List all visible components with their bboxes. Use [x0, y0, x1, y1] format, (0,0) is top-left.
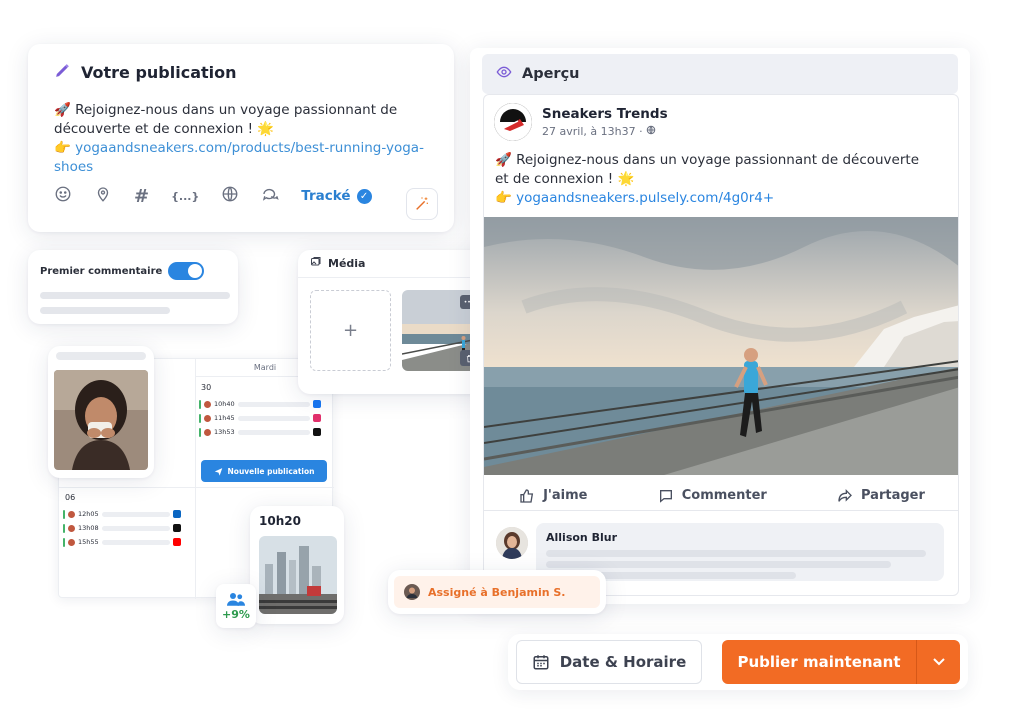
commenter-name: Allison Blur: [546, 531, 618, 544]
composer-card: Votre publication 🚀 Rejoignez-nous dans …: [28, 44, 454, 232]
calendar-slot[interactable]: 13h08: [63, 523, 181, 533]
audience-growth-badge: +9%: [216, 584, 256, 628]
magic-wand-button[interactable]: [406, 188, 438, 220]
post-link[interactable]: yogaandsneakers.pulsely.com/4g0r4+: [516, 190, 774, 206]
preview-panel: Aperçu Sneakers Trends 27 avril, à 13h37…: [470, 48, 970, 604]
location-icon[interactable]: [94, 185, 112, 207]
tracked-toggle[interactable]: Tracké ✓: [301, 188, 372, 204]
comment-icon: [659, 489, 672, 503]
composer-title: Votre publication: [81, 63, 237, 82]
calendar-day-number: 06: [65, 493, 76, 502]
avatar: [68, 510, 75, 518]
instagram-icon: [312, 414, 321, 422]
skeleton-line: [40, 307, 170, 314]
calendar-day-number: 30: [201, 383, 212, 392]
post-preview: Sneakers Trends 27 avril, à 13h37 · 🚀 Re…: [483, 94, 959, 596]
chat-bubbles-icon[interactable]: [261, 185, 279, 207]
brand-avatar: [494, 103, 532, 141]
users-icon: [227, 592, 245, 606]
add-media-dropzone[interactable]: +: [310, 290, 391, 371]
avatar: [204, 414, 211, 422]
assignee-badge[interactable]: Assigné à Benjamin S.: [388, 570, 606, 614]
calendar-icon: [533, 655, 549, 670]
image-icon: [310, 256, 322, 271]
schedule-date-button[interactable]: Date & Horaire: [516, 640, 702, 684]
portrait-photo: [54, 370, 148, 470]
globe-icon[interactable]: [221, 185, 239, 207]
new-publication-button[interactable]: Nouvelle publication: [201, 460, 327, 482]
eye-icon: [496, 64, 512, 84]
emoji-icon[interactable]: [54, 185, 72, 207]
skeleton-line: [40, 292, 230, 299]
post-body: 🚀 Rejoignez-nous dans un voyage passionn…: [495, 152, 919, 206]
youtube-icon: [172, 538, 181, 546]
city-photo: [259, 536, 337, 614]
first-comment-card: Premier commentaire: [28, 250, 238, 324]
portrait-card: [48, 346, 154, 478]
skeleton-line: [546, 561, 891, 568]
author-name[interactable]: Sneakers Trends: [542, 106, 668, 122]
like-button[interactable]: J'aime: [519, 488, 588, 504]
scheduled-post-card[interactable]: 10h20: [250, 506, 344, 624]
calendar-slot[interactable]: 15h55: [63, 537, 181, 547]
commenter-avatar: [496, 527, 528, 559]
avatar: [68, 524, 75, 532]
comment-button[interactable]: Commenter: [658, 488, 767, 504]
skeleton-line: [546, 550, 926, 557]
calendar-slot[interactable]: 10h40: [199, 399, 321, 409]
facebook-icon: [312, 400, 321, 408]
post-link[interactable]: yogaandsneakers.com/products/best-runnin…: [75, 140, 424, 156]
first-comment-label: Premier commentaire: [40, 265, 163, 277]
post-text-editor[interactable]: 🚀 Rejoignez-nous dans un voyage passionn…: [54, 101, 428, 177]
send-icon: [214, 467, 222, 476]
share-button[interactable]: Partager: [837, 488, 925, 504]
avatar: [68, 538, 75, 546]
post-photo: [484, 217, 958, 475]
scheduled-time: 10h20: [259, 514, 301, 528]
linkedin-icon: [172, 510, 181, 518]
post-date: 27 avril, à 13h37 ·: [542, 125, 647, 138]
tiktok-icon: [312, 428, 321, 436]
growth-value: +9%: [222, 607, 250, 621]
calendar-slot[interactable]: 12h05: [63, 509, 181, 519]
publish-actions: Date & Horaire Publier maintenant: [508, 634, 968, 690]
share-icon: [838, 488, 852, 502]
first-comment-toggle[interactable]: [168, 262, 205, 280]
avatar: [204, 428, 211, 436]
magic-wand-icon: [416, 197, 428, 210]
skeleton-line: [56, 352, 146, 360]
check-icon: ✓: [356, 188, 372, 204]
x-icon: [172, 524, 181, 532]
thumbs-up-icon: [520, 488, 534, 503]
preview-title: Aperçu: [522, 66, 580, 82]
avatar: [204, 400, 211, 408]
calendar-slot[interactable]: 13h53: [199, 427, 321, 437]
globe-icon: [646, 125, 656, 138]
hashtag-icon[interactable]: #: [134, 186, 149, 207]
assignee-avatar: [404, 584, 420, 600]
calendar-slot[interactable]: 11h45: [199, 413, 321, 423]
pencil-icon: [54, 62, 71, 83]
publish-now-button[interactable]: Publier maintenant: [722, 640, 960, 684]
variables-icon[interactable]: {...}: [171, 190, 199, 203]
chevron-down-icon[interactable]: [916, 640, 960, 684]
